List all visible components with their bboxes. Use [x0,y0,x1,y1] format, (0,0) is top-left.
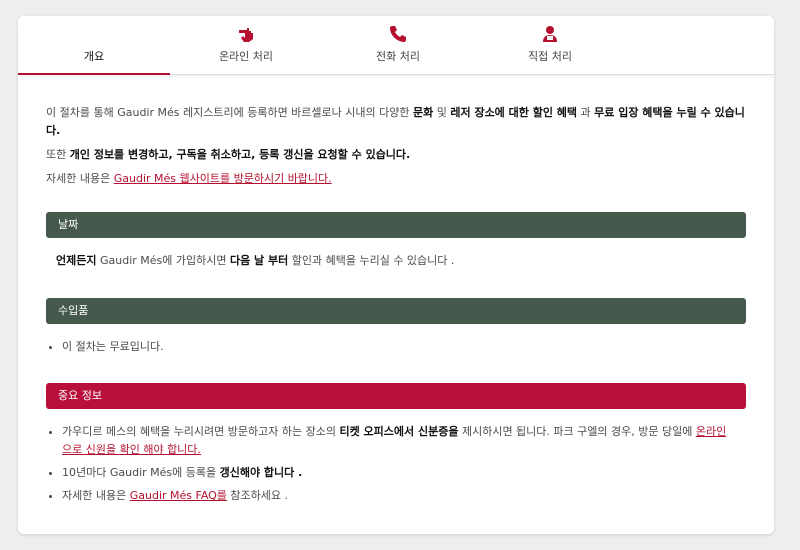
tab-in-person-label: 직접 처리 [528,50,572,63]
tab-overview-label: 개요 [83,50,105,63]
info-text-part: 자세한 내용은 [62,489,130,502]
intro-paragraph-3: 자세한 내용은 Gaudir Més 웹사이트를 방문하시기 바랍니다. [46,170,746,188]
tab-in-person[interactable]: 직접 처리 [474,16,626,74]
section-title-fee: 수입품 [58,304,89,317]
list-item: 가우디르 메스의 혜택을 누리시려면 방문하고자 하는 장소의 티켓 오피스에서… [62,423,736,459]
list-item: 10년마다 Gaudir Més에 등록을 갱신해야 합니다 . [62,464,736,482]
intro-paragraph-1: 이 절차를 통해 Gaudir Més 레지스트리에 등록하면 바르셀로나 시내… [46,104,746,140]
phone-icon [388,24,408,44]
tab-phone[interactable]: 전화 처리 [322,16,474,74]
info-bold: 티켓 오피스에서 신분증을 [339,425,459,438]
important-list: 가우디르 메스의 혜택을 누리시려면 방문하고자 하는 장소의 티켓 오피스에서… [46,423,736,510]
tab-overview[interactable]: 개요 [18,16,170,75]
tab-bar: 개요 온라인 처리 전화 처리 직접 처리 [18,16,774,75]
intro-bold: 개인 정보를 변경하고, 구독을 취소하고, 등록 갱신을 요청할 수 있습니다… [69,148,411,161]
info-text-part: 제시하시면 됩니다. 파크 구엘의 경우, 방문 당일에 [458,425,696,438]
date-text: 언제든지 Gaudir Més에 가입하시면 다음 날 부터 할인과 혜택을 누… [56,252,746,270]
intro-text: 이 절차를 통해 Gaudir Més 레지스트리에 등록하면 바르셀로나 시내… [46,104,746,194]
website-link[interactable]: Gaudir Més 웹사이트를 방문하시기 바랍니다. [114,172,332,185]
procedure-card: 개요 온라인 처리 전화 처리 직접 처리 이 절차를 통해 Gaudir Mé… [18,16,774,534]
list-item: 자세한 내용은 Gaudir Més FAQ를 참조하세요 . [62,487,736,505]
section-header-date: 날짜 [46,212,746,238]
tab-online[interactable]: 온라인 처리 [170,16,322,74]
info-text-part: 참조하세요 . [226,489,289,502]
intro-text-part: 및 [433,106,451,119]
section-header-important: 중요 정보 [46,383,746,409]
section-title-important: 중요 정보 [58,389,102,402]
section-title-date: 날짜 [58,218,79,231]
intro-text-part: 또한 [46,148,70,161]
intro-paragraph-2: 또한 개인 정보를 변경하고, 구독을 취소하고, 등록 갱신을 요청할 수 있… [46,146,746,164]
intro-text-part: 자세한 내용은 [46,172,114,185]
section-header-fee: 수입품 [46,298,746,324]
tab-phone-label: 전화 처리 [376,50,420,63]
intro-bold: 문화 [413,106,434,119]
tab-online-label: 온라인 처리 [218,50,274,63]
date-bold: 언제든지 [56,254,97,267]
fee-list: 이 절차는 무료입니다. [46,338,736,361]
date-bold: 다음 날 부터 [229,254,289,267]
date-text-part: 할인과 혜택을 누리실 수 있습니다 . [288,254,455,267]
intro-text-part: 이 절차를 통해 Gaudir Més 레지스트리에 등록하면 바르셀로나 시내… [46,106,413,119]
info-text-part: 가우디르 메스의 혜택을 누리시려면 방문하고자 하는 장소의 [62,425,340,438]
hand-pointer-icon [236,24,256,44]
person-icon [540,24,560,44]
date-text-part: Gaudir Més에 가입하시면 [96,254,230,267]
intro-bold: 레저 장소에 대한 할인 혜택 [450,106,578,119]
info-text-part: 10년마다 Gaudir Més에 등록을 [62,466,220,479]
list-item: 이 절차는 무료입니다. [62,338,736,356]
intro-text-part: 과 [577,106,595,119]
faq-link[interactable]: Gaudir Més FAQ를 [130,489,227,502]
info-bold: 갱신해야 합니다 . [219,466,303,479]
